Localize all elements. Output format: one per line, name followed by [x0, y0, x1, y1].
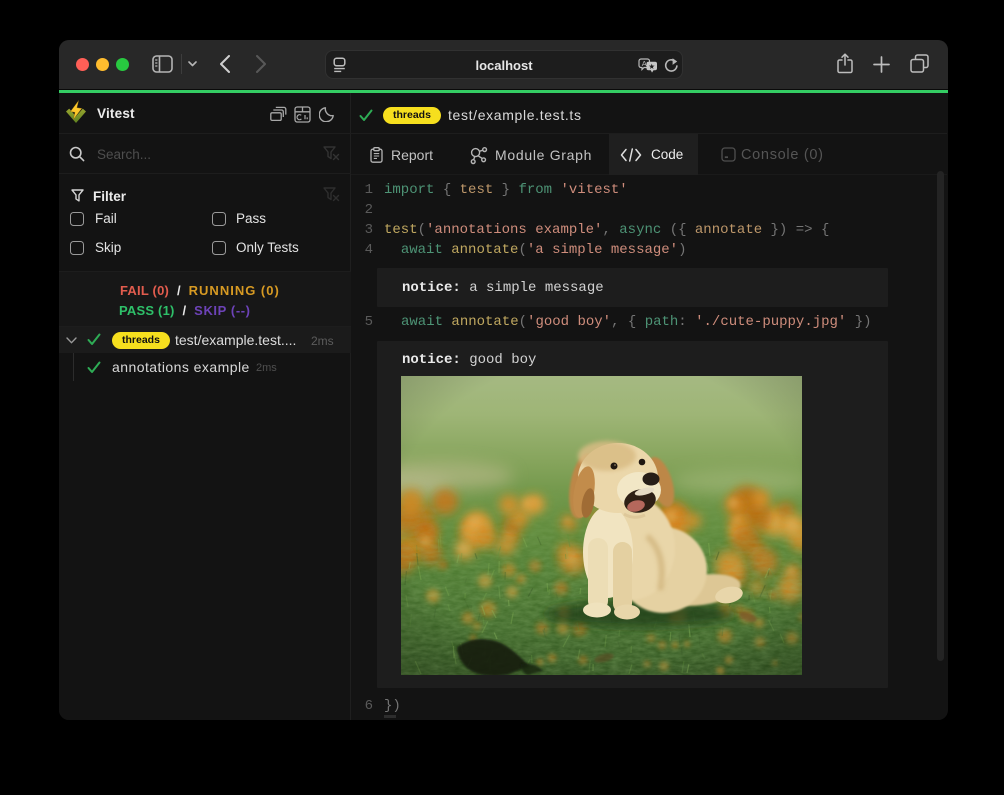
- svg-text:A: A: [642, 59, 647, 68]
- svg-text:★: ★: [648, 62, 655, 71]
